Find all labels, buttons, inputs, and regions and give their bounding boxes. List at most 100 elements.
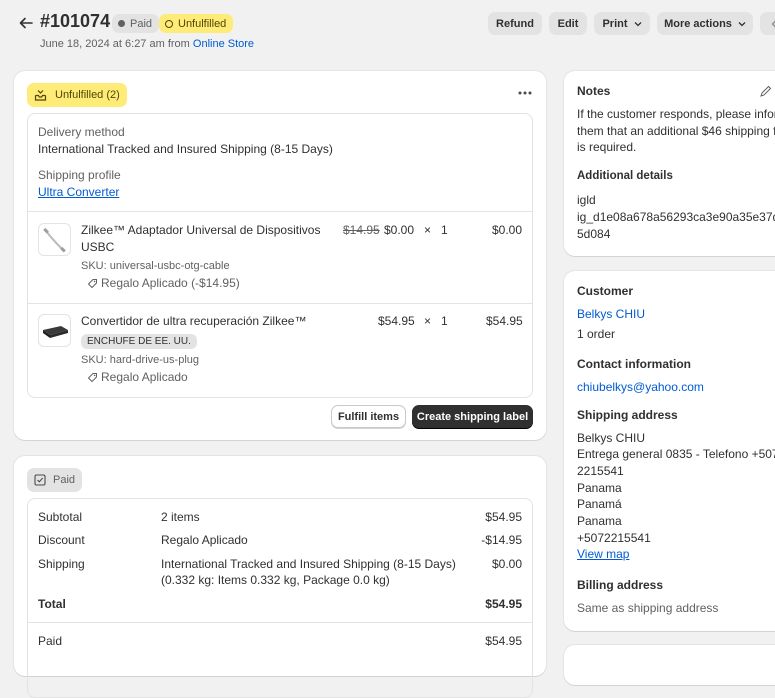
paid-badge-label: Paid [130, 17, 153, 30]
times-sign: × [424, 314, 432, 328]
shipping-desc-line1: International Tracked and Insured Shippi… [161, 557, 456, 571]
more-actions-label: More actions [664, 17, 732, 30]
line-total: $54.95 [486, 314, 523, 328]
address-line: +5072215541 [577, 531, 651, 545]
variant-badge: ENCHUFE DE EE. UU. [81, 334, 197, 349]
unfulfilled-status-badge: Unfulfilled [159, 14, 234, 33]
paid-status-pill: Paid [27, 468, 83, 492]
shipping-profile-link[interactable]: Ultra Converter [38, 185, 119, 199]
product-sku: SKU: hard-drive-us-plug [81, 354, 199, 366]
order-date: June 18, 2024 at 6:27 am from [40, 38, 190, 50]
billing-address-title: Billing address [577, 578, 664, 592]
paid-status-badge: Paid [112, 14, 160, 33]
subtotal-desc: 2 items [161, 510, 200, 524]
address-line: Panama [577, 481, 622, 495]
additional-value-line1: ig_d1e08a678a56293ca3e90a35e37da [577, 210, 775, 224]
checkbox-icon [34, 474, 46, 486]
subtotal-value: $54.95 [485, 510, 522, 524]
divider [28, 211, 532, 212]
contact-info-title: Contact information [577, 357, 691, 371]
delivery-method-label: Delivery method [38, 125, 125, 139]
more-options-icon[interactable] [517, 90, 533, 96]
discount-label: Discount [38, 533, 85, 547]
note-line: them that an additional $46 shipping fe [577, 124, 775, 138]
unfulfilled-count-label: Unfulfilled (2) [55, 89, 120, 101]
divider [28, 303, 532, 304]
additional-key: igld [577, 193, 596, 207]
chevron-down-icon [634, 21, 641, 26]
customer-name-link[interactable]: Belkys CHIU [577, 307, 645, 321]
discount-label: Regalo Aplicado [101, 370, 188, 384]
device-image-icon [43, 326, 68, 338]
paid-label: Paid [53, 474, 76, 486]
product-title-line1[interactable]: Convertidor de ultra recuperación Zilkee… [81, 314, 306, 328]
shipping-address-title: Shipping address [577, 408, 678, 422]
print-button-label: Print [602, 17, 628, 30]
customer-card: Customer Belkys CHIU 1 order Contact inf… [564, 271, 775, 631]
create-shipping-label-button[interactable]: Create shipping label [412, 405, 533, 428]
chevron-left-icon [771, 20, 775, 27]
order-date-line: June 18, 2024 at 6:27 am from Online Sto… [40, 38, 254, 50]
order-number: #101074 [40, 11, 111, 31]
chevron-down-icon [738, 21, 746, 26]
cable-image-icon [43, 227, 66, 253]
paid-row-label: Paid [38, 634, 63, 648]
address-line: Belkys CHIU [577, 431, 646, 445]
note-line: If the customer responds, please inforr [577, 107, 775, 121]
customer-order-count: 1 order [577, 327, 616, 341]
shipping-profile-label: Shipping profile [38, 168, 121, 182]
back-arrow-icon[interactable] [17, 14, 35, 32]
address-line: Panamá [577, 497, 622, 511]
product-title-line1[interactable]: Zilkee™ Adaptador Universal de Dispositi… [81, 223, 320, 237]
product-sku: SKU: universal-usbc-otg-cable [81, 260, 230, 272]
divider [28, 622, 532, 623]
quantity: 1 [441, 314, 448, 328]
discount-tag: Regalo Aplicado (-$14.95) [87, 276, 240, 290]
tag-icon [87, 278, 97, 288]
unfulfilled-status-pill: Unfulfilled (2) [27, 83, 127, 107]
more-actions-button[interactable]: More actions [657, 12, 753, 35]
fulfill-items-button[interactable]: Fulfill items [331, 405, 406, 428]
product-title-line2[interactable]: USBC [81, 240, 114, 254]
line-total: $0.00 [492, 223, 523, 237]
discount-value: -$14.95 [481, 533, 522, 547]
billing-address-value: Same as shipping address [577, 601, 719, 615]
fulfillment-card: Unfulfilled (2) Delivery method Internat… [14, 71, 546, 440]
discount-label: Regalo Aplicado (-$14.95) [101, 276, 240, 290]
shipping-label: Shipping [38, 557, 85, 571]
tag-icon [87, 372, 97, 382]
ring-icon [165, 19, 173, 28]
discount-desc: Regalo Aplicado [161, 533, 248, 547]
fulfillment-details: Delivery method International Tracked an… [27, 113, 533, 398]
address-line: 2215541 [577, 464, 624, 478]
address-line: Panama [577, 514, 622, 528]
delivery-method-value: International Tracked and Insured Shippi… [38, 142, 333, 156]
paid-row-value: $54.95 [485, 634, 522, 648]
address-line: Entrega general 0835 - Telefono +507 [577, 447, 775, 461]
unit-price: $54.95 [378, 314, 415, 328]
times-sign: × [424, 223, 432, 237]
print-button[interactable]: Print [594, 12, 650, 35]
product-thumbnail[interactable] [38, 314, 71, 347]
shipping-desc-line2: (0.332 kg: Items 0.332 kg, Package 0.0 k… [161, 573, 390, 587]
view-map-link[interactable]: View map [577, 547, 629, 561]
additional-value-line2: 5d084 [577, 227, 611, 241]
product-thumbnail[interactable] [38, 223, 71, 256]
payment-summary: Subtotal 2 items $54.95 Discount Regalo … [27, 498, 533, 698]
edit-pencil-icon[interactable] [759, 84, 773, 98]
discount-tag: Regalo Aplicado [87, 370, 188, 384]
customer-email-link[interactable]: chiubelkys@yahoo.com [577, 380, 704, 394]
notes-title: Notes [577, 84, 611, 98]
notes-card: Notes If the customer responds, please i… [564, 71, 775, 256]
original-price: $14.95 [343, 223, 380, 237]
previous-order-button[interactable] [760, 12, 775, 35]
refund-button[interactable]: Refund [488, 12, 542, 35]
additional-details-title: Additional details [577, 170, 673, 182]
note-line: is required. [577, 140, 637, 154]
quantity: 1 [441, 223, 448, 237]
edit-button[interactable]: Edit [549, 12, 587, 35]
order-source-link[interactable]: Online Store [193, 38, 254, 50]
unfulfilled-badge-label: Unfulfilled [178, 17, 227, 30]
subtotal-label: Subtotal [38, 510, 83, 524]
unfulfilled-box-icon [34, 89, 47, 101]
